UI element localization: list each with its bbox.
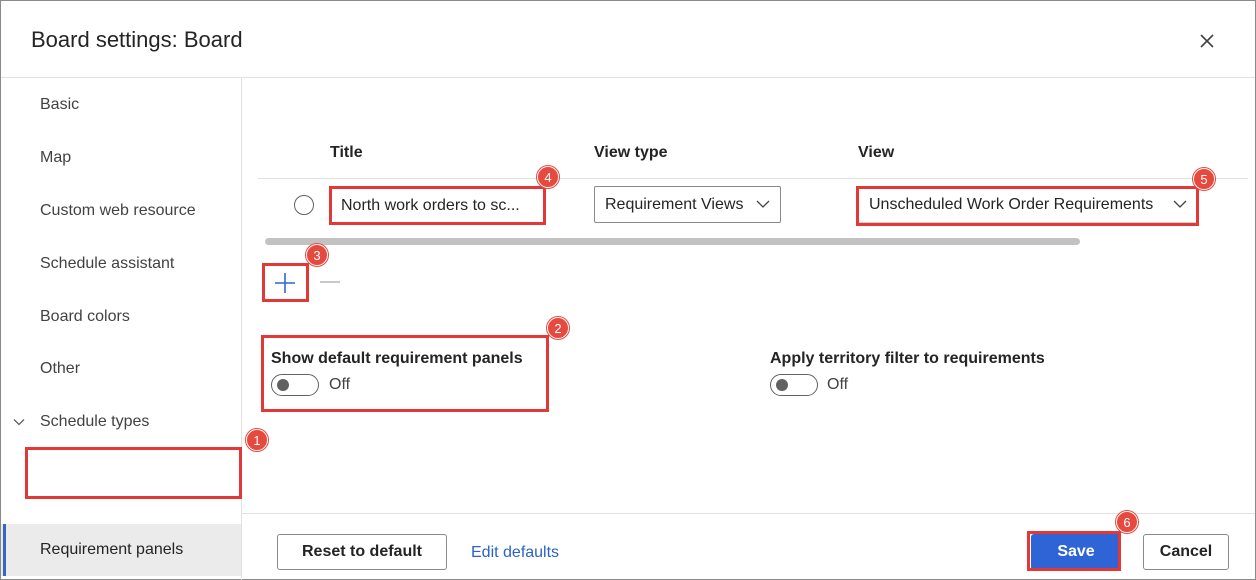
sidebar-item-label: Schedule types <box>40 413 150 430</box>
reset-to-default-button[interactable]: Reset to default <box>277 534 447 570</box>
sidebar-item-requirement-panels[interactable]: Requirement panels <box>1 524 241 576</box>
dialog-footer: Reset to default Edit defaults Save Canc… <box>242 513 1255 580</box>
selected-indicator <box>3 524 6 576</box>
chevron-down-icon <box>756 200 770 208</box>
sidebar-item-schedule-assistant[interactable]: Schedule assistant <box>1 238 241 290</box>
save-button[interactable]: Save <box>1031 534 1121 570</box>
sidebar-item-board-colors[interactable]: Board colors <box>1 291 241 343</box>
sidebar-item-label: Other <box>40 360 81 377</box>
callout-badge-6: 6 <box>1116 511 1138 533</box>
callout-badge-4: 4 <box>537 166 559 188</box>
territory-filter-label: Apply territory filter to requirements <box>770 350 1045 367</box>
column-header-view-type: View type <box>594 144 668 161</box>
callout-badge-1: 1 <box>246 429 268 451</box>
sidebar-item-label: Schedule assistant <box>40 255 175 272</box>
panel-title-input[interactable]: North work orders to sc... <box>330 188 544 224</box>
header-divider <box>258 178 1248 179</box>
settings-sidebar: Basic Map Custom web resource Schedule a… <box>1 78 242 580</box>
default-panels-label: Show default requirement panels <box>271 350 523 367</box>
view-type-value: Requirement Views <box>605 195 744 213</box>
sidebar-item-schedule-types[interactable]: Schedule types <box>1 396 241 448</box>
dialog-title: Board settings: Board <box>31 27 243 52</box>
column-header-view: View <box>858 144 895 161</box>
sidebar-item-other[interactable]: Other <box>1 343 241 395</box>
view-value: Unscheduled Work Order Requirements <box>869 195 1154 213</box>
sidebar-item-label: Requirement panels <box>40 541 184 558</box>
sidebar-item-label: Custom web resource <box>40 202 196 219</box>
sidebar-item-label: Basic <box>40 96 80 113</box>
chevron-down-icon <box>1173 200 1187 208</box>
default-panels-toggle[interactable] <box>271 374 319 396</box>
chevron-down-icon[interactable] <box>13 416 25 428</box>
toggle-knob <box>776 379 788 391</box>
close-icon[interactable] <box>1197 31 1217 51</box>
callout-badge-3: 3 <box>306 244 328 266</box>
horizontal-scrollbar[interactable] <box>265 238 1080 245</box>
dialog-header: Board settings: Board <box>1 1 1255 78</box>
sidebar-item-label: Board colors <box>40 308 130 325</box>
sidebar-item-basic[interactable]: Basic <box>1 79 241 131</box>
view-select[interactable]: Unscheduled Work Order Requirements <box>858 186 1198 223</box>
sidebar-item-custom-web-resource[interactable]: Custom web resource <box>1 185 241 237</box>
row-select-radio[interactable] <box>294 195 314 215</box>
default-panels-state: Off <box>329 376 351 393</box>
territory-filter-state: Off <box>827 376 849 393</box>
callout-badge-2: 2 <box>547 317 569 339</box>
view-type-select[interactable]: Requirement Views <box>594 186 781 223</box>
sidebar-item-label: Map <box>40 149 72 166</box>
toggle-knob <box>277 379 289 391</box>
cancel-button[interactable]: Cancel <box>1143 534 1229 570</box>
remove-icon[interactable] <box>320 281 340 283</box>
edit-defaults-link[interactable]: Edit defaults <box>471 544 559 562</box>
territory-filter-toggle[interactable] <box>770 374 818 396</box>
requirement-panels-content: Title View type View North work orders t… <box>242 78 1255 514</box>
board-settings-dialog: Board settings: Board Basic Map Custom w… <box>0 0 1256 580</box>
callout-badge-5: 5 <box>1193 168 1215 190</box>
add-icon[interactable] <box>272 270 298 296</box>
sidebar-item-map[interactable]: Map <box>1 132 241 184</box>
column-header-title: Title <box>330 144 363 161</box>
